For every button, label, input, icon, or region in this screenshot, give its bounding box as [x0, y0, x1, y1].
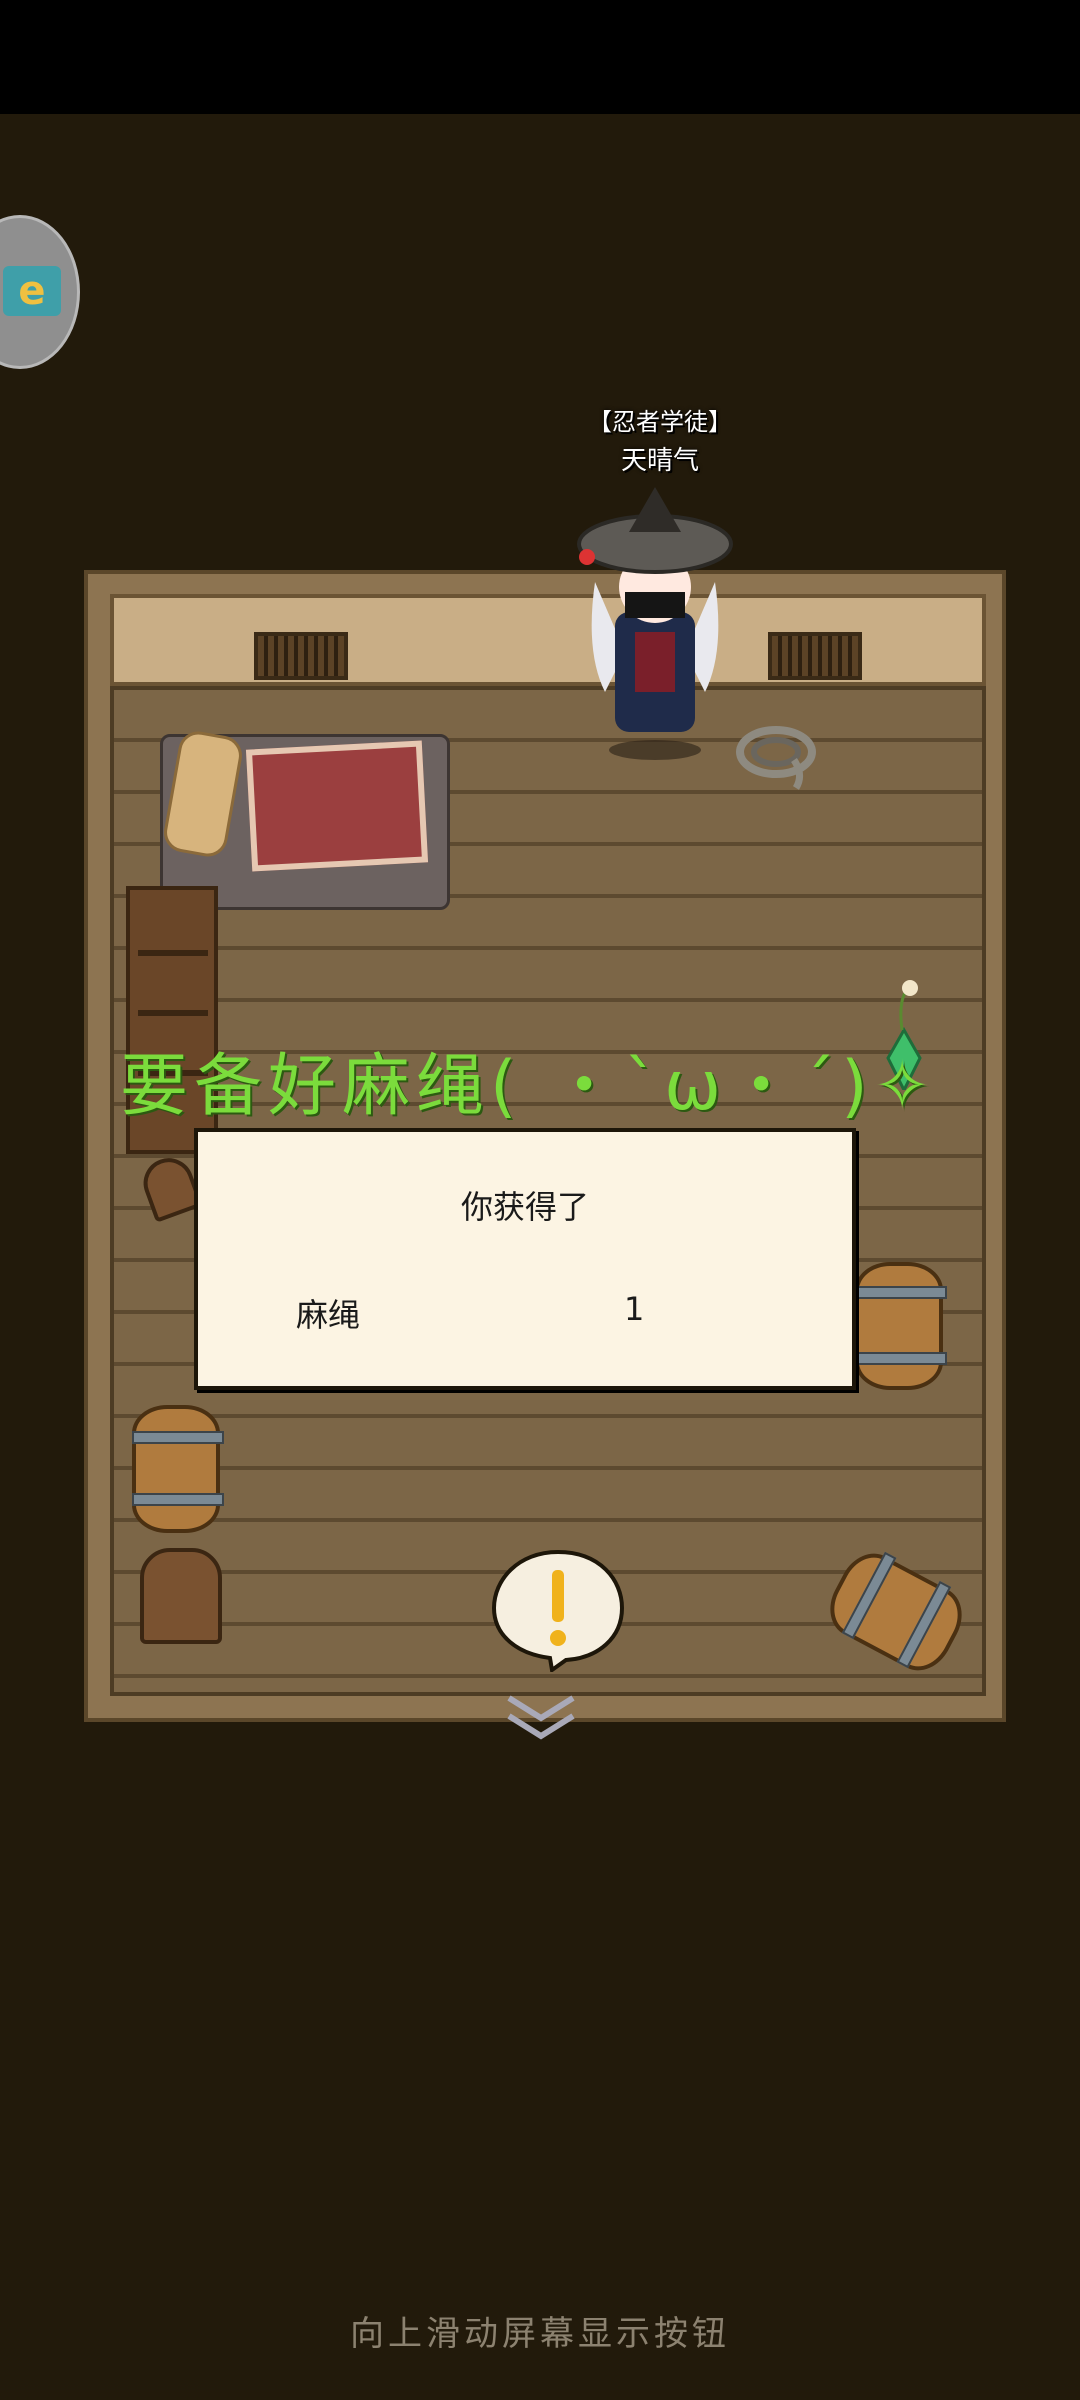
wall-window-right: [768, 632, 862, 680]
exclamation-bubble-icon[interactable]: [490, 1546, 626, 1672]
badge-logo: e: [3, 266, 61, 316]
treasure-chest[interactable]: [140, 1548, 222, 1644]
bed-pillow: [160, 728, 246, 860]
swipe-hint: 向上滑动屏幕显示按钮: [350, 2314, 730, 2354]
reward-dialog-title: 你获得了: [460, 1188, 589, 1226]
bed-blanket: [245, 740, 429, 872]
status-bar: [0, 0, 1080, 114]
reward-dialog[interactable]: 你获得了 麻绳 1: [194, 1128, 856, 1390]
barrel-left[interactable]: [132, 1405, 224, 1533]
rope-coil-item[interactable]: [734, 720, 824, 790]
barrel-right-upper[interactable]: [855, 1262, 947, 1390]
player-title: 【忍者学徒】: [588, 408, 732, 436]
bed[interactable]: [160, 728, 450, 910]
floating-message: 要备好麻绳( ・`ω・´)✧: [120, 1047, 937, 1126]
player-name: 天晴气: [620, 446, 699, 476]
room-wall: [110, 594, 986, 686]
chevron-down-icon[interactable]: [505, 1692, 577, 1742]
reward-item-quantity: 1: [624, 1290, 645, 1328]
wall-window-left: [254, 632, 348, 680]
player-character[interactable]: [575, 482, 735, 762]
app-badge-icon[interactable]: e: [0, 215, 80, 369]
reward-item-name: 麻绳: [296, 1296, 361, 1334]
